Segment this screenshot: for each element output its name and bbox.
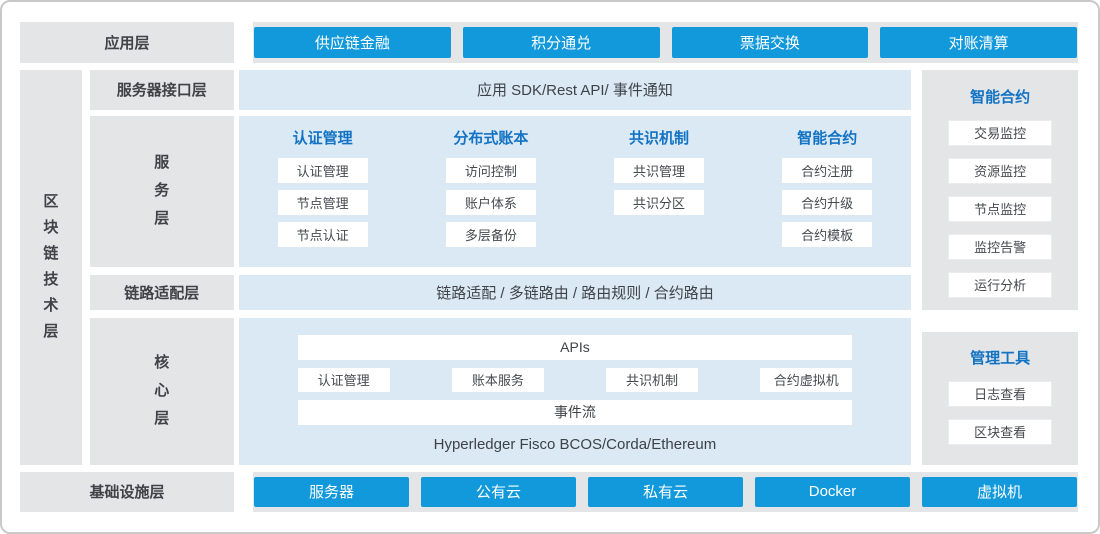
monitor-item: 节点监控 <box>948 196 1052 222</box>
infra-item-vm: 虚拟机 <box>922 477 1077 507</box>
core-modules-row: 认证管理 账本服务 共识机制 合约虚拟机 <box>298 368 853 392</box>
service-group-smart-contract: 智能合约 合约注册 合约升级 合约模板 <box>743 129 911 267</box>
infra-item-server: 服务器 <box>254 477 409 507</box>
service-group-title: 认证管理 <box>293 129 353 149</box>
application-layer-row: 应用层 供应链金融 积分通兑 票据交换 对账清算 <box>20 22 1078 63</box>
platforms-text: Hyperledger Fisco BCOS/Corda/Ethereum <box>298 436 853 453</box>
infra-item-private-cloud: 私有云 <box>588 477 743 507</box>
core-module-auth: 认证管理 <box>298 368 390 392</box>
monitor-item: 资源监控 <box>948 158 1052 184</box>
interface-layer-label: 服务器接口层 <box>90 70 234 110</box>
management-tools-panel: 管理工具 日志查看 区块查看 <box>922 332 1078 465</box>
sdk-api-bar: 应用 SDK/Rest API/ 事件通知 <box>239 70 912 110</box>
service-group-title: 共识机制 <box>629 129 689 149</box>
core-module-consensus: 共识机制 <box>606 368 698 392</box>
app-item-points-exchange: 积分通兑 <box>463 27 660 58</box>
service-item: 合约升级 <box>782 190 872 215</box>
monitor-panel-title: 智能合约 <box>970 86 1030 107</box>
blockchain-tech-layer-region: 区 块 链 技 术 层 服务器接口层 服 务 层 链路适配层 核 心 层 应用 … <box>20 70 1078 465</box>
sublayer-labels-column: 服务器接口层 服 务 层 链路适配层 核 心 层 <box>90 70 234 465</box>
service-group-consensus: 共识机制 共识管理 共识分区 <box>575 129 743 267</box>
infrastructure-buttons-strip: 服务器 公有云 私有云 Docker 虚拟机 <box>253 472 1078 512</box>
infra-item-public-cloud: 公有云 <box>421 477 576 507</box>
application-buttons-strip: 供应链金融 积分通兑 票据交换 对账清算 <box>253 22 1078 63</box>
monitor-item: 交易监控 <box>948 120 1052 146</box>
service-layer-label: 服 务 层 <box>90 116 234 267</box>
service-item: 合约模板 <box>782 222 872 247</box>
application-layer-label: 应用层 <box>20 22 234 63</box>
service-layer-panel: 认证管理 认证管理 节点管理 节点认证 分布式账本 访问控制 账户体系 多层备份… <box>239 116 912 267</box>
link-adapter-bar: 链路适配 / 多链路由 / 路由规则 / 合约路由 <box>239 275 912 310</box>
service-item: 多层备份 <box>446 222 536 247</box>
app-item-bill-exchange: 票据交换 <box>672 27 869 58</box>
adapter-layer-label: 链路适配层 <box>90 275 234 310</box>
service-item: 节点管理 <box>278 190 368 215</box>
service-item: 合约注册 <box>782 158 872 183</box>
tool-item: 区块查看 <box>948 419 1052 445</box>
service-group-ledger: 分布式账本 访问控制 账户体系 多层备份 <box>407 129 575 267</box>
app-item-reconciliation: 对账清算 <box>880 27 1077 58</box>
monitor-item: 监控告警 <box>948 234 1052 260</box>
service-group-auth: 认证管理 认证管理 节点管理 节点认证 <box>239 129 407 267</box>
core-module-ledger: 账本服务 <box>452 368 544 392</box>
service-item: 节点认证 <box>278 222 368 247</box>
service-group-title: 智能合约 <box>797 129 857 149</box>
architecture-diagram: 应用层 供应链金融 积分通兑 票据交换 对账清算 区 块 链 技 术 层 服务器… <box>0 0 1100 534</box>
service-item: 访问控制 <box>446 158 536 183</box>
right-panels-column: 智能合约 交易监控 资源监控 节点监控 监控告警 运行分析 管理工具 日志查看 … <box>922 70 1078 465</box>
core-layer-panel: APIs 认证管理 账本服务 共识机制 合约虚拟机 事件流 Hyperledge… <box>239 318 912 465</box>
infrastructure-layer-row: 基础设施层 服务器 公有云 私有云 Docker 虚拟机 <box>20 472 1078 512</box>
service-group-title: 分布式账本 <box>453 129 528 149</box>
service-item: 认证管理 <box>278 158 368 183</box>
core-layer-label: 核 心 层 <box>90 318 234 465</box>
middle-content-column: 应用 SDK/Rest API/ 事件通知 认证管理 认证管理 节点管理 节点认… <box>239 70 912 465</box>
blockchain-tech-layer-label: 区 块 链 技 术 层 <box>20 70 82 465</box>
infrastructure-layer-label: 基础设施层 <box>20 472 234 512</box>
event-stream-bar: 事件流 <box>298 400 853 425</box>
apis-bar: APIs <box>298 335 853 360</box>
monitor-item: 运行分析 <box>948 272 1052 298</box>
management-tools-title: 管理工具 <box>970 347 1030 368</box>
app-item-supply-chain-finance: 供应链金融 <box>254 27 451 58</box>
service-item: 共识管理 <box>614 158 704 183</box>
tool-item: 日志查看 <box>948 381 1052 407</box>
core-module-contract-vm: 合约虚拟机 <box>760 368 852 392</box>
monitor-panel: 智能合约 交易监控 资源监控 节点监控 监控告警 运行分析 <box>922 70 1078 310</box>
service-item: 共识分区 <box>614 190 704 215</box>
service-item: 账户体系 <box>446 190 536 215</box>
infra-item-docker: Docker <box>755 477 910 507</box>
